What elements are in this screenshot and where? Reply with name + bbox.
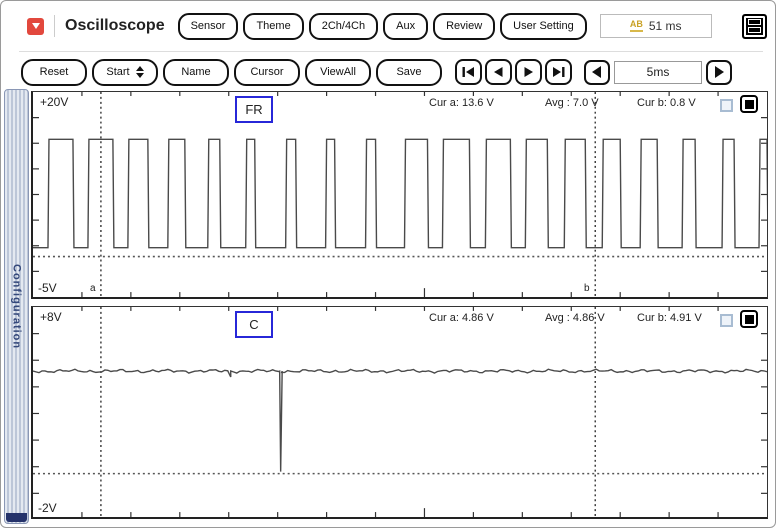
- cursor-b-readout: Cur b: 4.91 V: [637, 312, 702, 324]
- avg-readout: Avg : 7.0 V: [545, 97, 599, 109]
- aux-button[interactable]: Aux: [383, 12, 429, 40]
- step-back-button[interactable]: [485, 59, 512, 85]
- configuration-label: Configuration: [10, 263, 23, 350]
- black-square-icon: [744, 314, 754, 324]
- black-square-icon: [744, 99, 754, 109]
- theme-button[interactable]: Theme: [243, 12, 304, 40]
- avg-readout: Avg : 4.86 V: [545, 312, 605, 324]
- cursor-a-marker[interactable]: a: [90, 283, 96, 294]
- toolbar-main: Oscilloscope Sensor Theme 2Ch/4Ch Aux Re…: [27, 9, 767, 43]
- display-checkbox[interactable]: [720, 99, 733, 112]
- display-checkbox[interactable]: [720, 314, 733, 327]
- cursor-label: Cursor: [250, 66, 284, 78]
- list-menu-icon[interactable]: [742, 13, 767, 39]
- cursor-a-readout: Cur a: 4.86 V: [429, 312, 494, 324]
- viewall-label: ViewAll: [320, 66, 356, 78]
- cursor-a-readout: Cur a: 13.6 V: [429, 97, 494, 109]
- waveform-c: [33, 307, 767, 517]
- vmax-label: +20V: [40, 95, 69, 109]
- timebase-decrease-button[interactable]: [584, 59, 610, 85]
- menu-bar: [748, 19, 761, 25]
- timebase-increase-button[interactable]: [706, 59, 732, 85]
- toolbar-divider: [19, 51, 763, 52]
- transport-controls: [455, 59, 572, 85]
- name-label: Name: [181, 66, 211, 78]
- channel-label-c[interactable]: C: [235, 311, 273, 338]
- cursor-time-value: 51 ms: [648, 19, 682, 33]
- triangle-down-icon: [31, 23, 40, 29]
- skip-start-button[interactable]: [455, 59, 482, 85]
- focus-channel-button[interactable]: [740, 95, 758, 113]
- vmin-label: -2V: [38, 501, 57, 515]
- reset-button[interactable]: Reset: [21, 58, 87, 86]
- timebase-selector: 5ms: [584, 59, 732, 85]
- triangle-right-icon: [715, 66, 724, 78]
- timebase-value[interactable]: 5ms: [614, 60, 702, 84]
- vmin-label: -5V: [38, 281, 57, 295]
- step-back-icon: [494, 67, 503, 77]
- cursor-b-marker[interactable]: b: [584, 283, 590, 294]
- viewall-button[interactable]: ViewAll: [305, 58, 371, 86]
- step-forward-button[interactable]: [515, 59, 542, 85]
- review-button[interactable]: Review: [433, 12, 496, 40]
- skip-start-icon: [462, 67, 474, 77]
- channel-mode-button[interactable]: 2Ch/4Ch: [308, 12, 379, 40]
- channel-label-fr[interactable]: FR: [235, 96, 273, 123]
- step-forward-icon: [524, 67, 533, 77]
- ab-cursor-time-icon: AB: [629, 20, 643, 32]
- start-button[interactable]: Start: [92, 58, 158, 86]
- oscilloscope-app-window: Oscilloscope Sensor Theme 2Ch/4Ch Aux Re…: [0, 0, 776, 528]
- configuration-tab[interactable]: Configuration: [4, 89, 29, 524]
- save-button[interactable]: Save: [376, 58, 442, 86]
- cursor-button[interactable]: Cursor: [234, 58, 300, 86]
- start-spinner-icon: [135, 66, 144, 78]
- vmax-label: +8V: [40, 310, 62, 324]
- scope-panel-fr: +20V -5V FR Cur a: 13.6 V Avg : 7.0 V Cu…: [31, 91, 768, 299]
- scope-panel-c: +8V -2V C Cur a: 4.86 V Avg : 4.86 V Cur…: [31, 306, 768, 519]
- toolbar-controls: Reset Start Name Cursor ViewAll Save 5ms: [21, 56, 767, 88]
- cursor-b-readout: Cur b: 0.8 V: [637, 97, 696, 109]
- cursor-time-readout: AB 51 ms: [599, 14, 712, 38]
- divider: [54, 15, 55, 37]
- focus-channel-button[interactable]: [740, 310, 758, 328]
- start-label: Start: [106, 66, 130, 78]
- skip-end-icon: [553, 67, 565, 77]
- menu-bar: [748, 27, 761, 33]
- sensor-button[interactable]: Sensor: [177, 12, 239, 40]
- name-button[interactable]: Name: [163, 58, 229, 86]
- app-logo-dropdown-icon[interactable]: [27, 17, 44, 35]
- save-label: Save: [396, 66, 422, 78]
- waveform-fr: [33, 92, 767, 297]
- reset-label: Reset: [39, 66, 69, 78]
- skip-end-button[interactable]: [545, 59, 572, 85]
- user-setting-button[interactable]: User Setting: [500, 12, 587, 40]
- triangle-left-icon: [592, 66, 601, 78]
- app-title: Oscilloscope: [65, 17, 165, 34]
